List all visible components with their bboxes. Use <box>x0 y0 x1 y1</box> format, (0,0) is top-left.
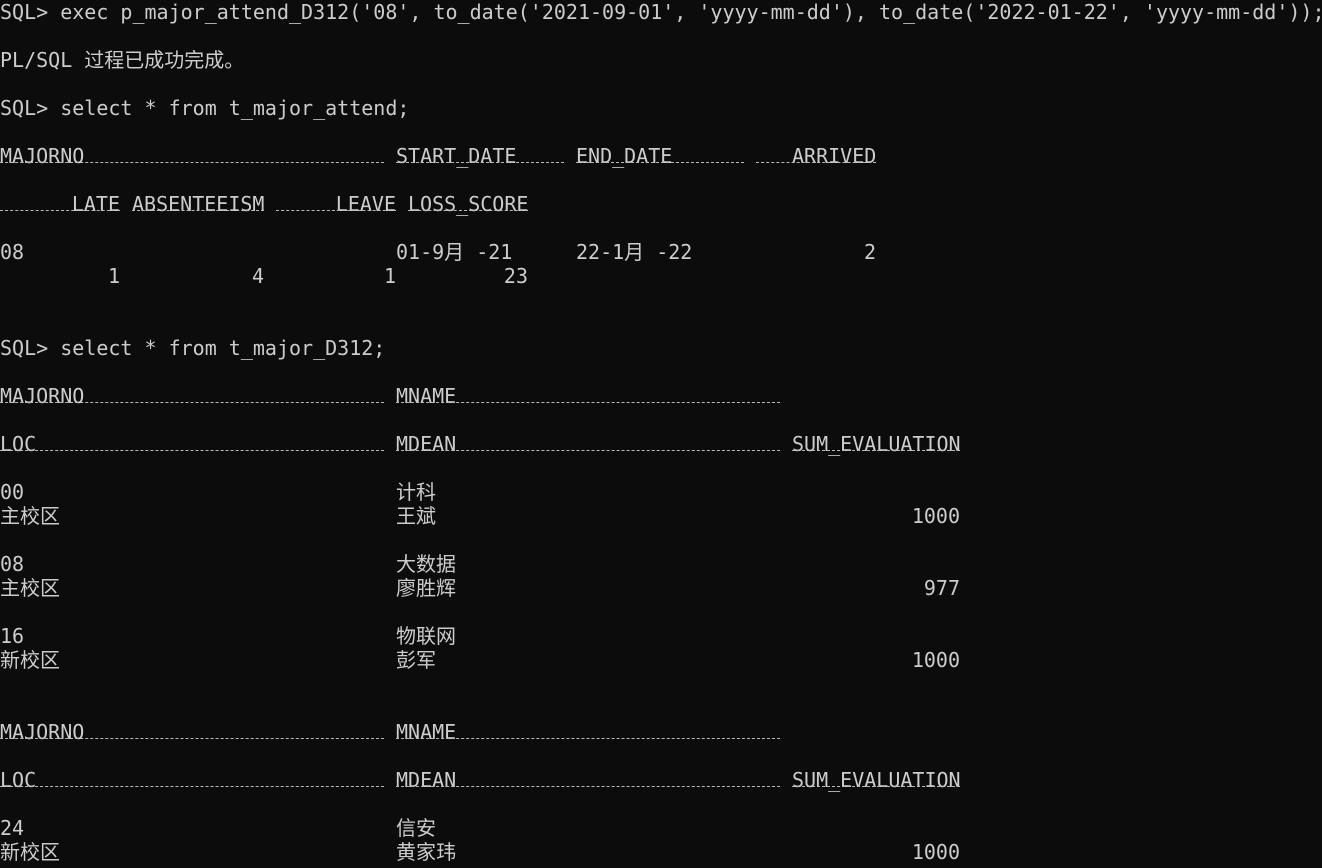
cell-sum-evaluation: 1000 <box>911 648 960 672</box>
command-text: SQL> exec p_major_attend_D312('08', to_d… <box>0 0 1322 24</box>
column-header-majorno: MAJORNO <box>0 720 85 744</box>
column-header-sum-evaluation: SUM_EVALUATION <box>792 768 961 792</box>
column-separator <box>0 402 384 403</box>
column-separator <box>396 450 780 451</box>
table-row: 08 大数据 <box>0 552 1322 576</box>
column-header-late: LATE <box>71 192 120 216</box>
column-separator <box>396 402 780 403</box>
column-separator <box>792 786 960 787</box>
cell-loc: 主校区 <box>0 576 60 600</box>
table-row: 主校区 王斌 1000 <box>0 504 1322 528</box>
table-row: 新校区 彭军 1000 <box>0 648 1322 672</box>
column-header-loc: LOC <box>0 432 37 456</box>
major-header-row-2: LOC MDEAN SUM_EVALUATION <box>0 432 1322 456</box>
exec-result-line: PL/SQL 过程已成功完成。 <box>0 48 244 72</box>
result-message: PL/SQL 过程已成功完成。 <box>0 48 245 72</box>
exec-command-line: SQL> exec p_major_attend_D312('08', to_d… <box>0 0 1322 24</box>
cell-mdean: 廖胜辉 <box>396 576 456 600</box>
cell-loc: 新校区 <box>0 840 60 864</box>
column-separator <box>576 162 744 163</box>
query-line-attend: SQL> select * from t_major_attend; <box>0 96 409 120</box>
attend-header-row-2: LATE ABSENTEEISM LEAVE LOSS_SCORE <box>0 192 1322 216</box>
table-row: 24 信安 <box>0 816 1322 840</box>
table-row: 新校区 黄家玮 1000 <box>0 840 1322 864</box>
column-header-mdean: MDEAN <box>396 432 457 456</box>
major-header-row-1: MAJORNO MNAME <box>0 384 1322 408</box>
column-separator <box>0 162 384 163</box>
cell-late: 1 <box>107 264 120 288</box>
table-row: 1 4 1 23 <box>0 264 1322 288</box>
cell-sum-evaluation: 977 <box>923 576 960 600</box>
cell-end-date: 22-1月 -22 <box>576 240 693 264</box>
cell-arrived: 2 <box>863 240 876 264</box>
column-separator <box>792 450 960 451</box>
cell-sum-evaluation: 1000 <box>911 840 960 864</box>
column-header-mname: MNAME <box>396 720 457 744</box>
cell-mdean: 彭军 <box>396 648 436 672</box>
column-separator <box>0 786 384 787</box>
column-header-loc: LOC <box>0 768 37 792</box>
cell-mdean: 黄家玮 <box>396 840 456 864</box>
column-separator <box>0 450 384 451</box>
cell-majorno: 16 <box>0 624 25 648</box>
major-header-row-2-repeat: LOC MDEAN SUM_EVALUATION <box>0 768 1322 792</box>
column-separator <box>408 210 528 211</box>
column-separator <box>0 210 120 211</box>
cell-loss-score: 23 <box>503 264 528 288</box>
column-header-start-date: START_DATE <box>396 144 517 168</box>
column-header-sum-evaluation: SUM_EVALUATION <box>792 432 961 456</box>
column-header-majorno: MAJORNO <box>0 144 85 168</box>
cell-mdean: 王斌 <box>396 504 436 528</box>
cell-majorno: 00 <box>0 480 25 504</box>
column-header-mdean: MDEAN <box>396 768 457 792</box>
cell-sum-evaluation: 1000 <box>911 504 960 528</box>
cell-mname: 计科 <box>396 480 436 504</box>
cell-loc: 主校区 <box>0 504 60 528</box>
cell-start-date: 01-9月 -21 <box>396 240 513 264</box>
cell-mname: 物联网 <box>396 624 456 648</box>
table-row: 00 计科 <box>0 480 1322 504</box>
cell-majorno: 24 <box>0 816 25 840</box>
column-header-mname: MNAME <box>396 384 457 408</box>
column-separator <box>396 738 780 739</box>
cell-mname: 信安 <box>396 816 436 840</box>
column-separator <box>0 738 384 739</box>
major-header-row-1-repeat: MAJORNO MNAME <box>0 720 1322 744</box>
cell-absenteeism: 4 <box>251 264 264 288</box>
cell-majorno: 08 <box>0 552 25 576</box>
column-header-arrived: ARRIVED <box>792 144 877 168</box>
column-separator <box>396 162 564 163</box>
terminal-window[interactable]: SQL> exec p_major_attend_D312('08', to_d… <box>0 0 1322 868</box>
query-line-major: SQL> select * from t_major_D312; <box>0 336 385 360</box>
cell-leave: 1 <box>383 264 396 288</box>
cell-loc: 新校区 <box>0 648 60 672</box>
command-text: SQL> select * from t_major_D312; <box>0 336 386 360</box>
column-header-end-date: END_DATE <box>576 144 673 168</box>
table-row: 主校区 廖胜辉 977 <box>0 576 1322 600</box>
column-header-absenteeism: ABSENTEEISM <box>132 192 265 216</box>
table-row: 08 01-9月 -21 22-1月 -22 2 <box>0 240 1322 264</box>
cell-majorno: 08 <box>0 240 25 264</box>
column-separator <box>756 162 876 163</box>
attend-header-row-1: MAJORNO START_DATE END_DATE ARRIVED <box>0 144 1322 168</box>
command-text: SQL> select * from t_major_attend; <box>0 96 410 120</box>
column-separator <box>276 210 396 211</box>
table-row: 16 物联网 <box>0 624 1322 648</box>
column-header-majorno: MAJORNO <box>0 384 85 408</box>
column-header-leave: LEAVE <box>335 192 396 216</box>
column-separator <box>132 210 264 211</box>
column-separator <box>396 786 780 787</box>
cell-mname: 大数据 <box>396 552 456 576</box>
column-header-loss-score: LOSS_SCORE <box>408 192 529 216</box>
